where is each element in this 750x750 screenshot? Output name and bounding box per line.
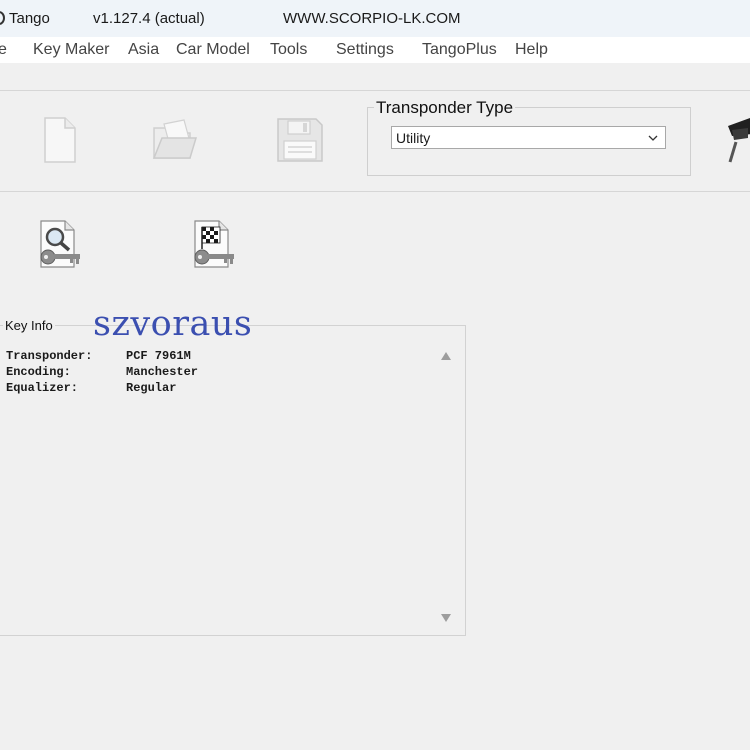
scroll-down-arrow-icon[interactable]	[441, 614, 451, 622]
app-version: v1.127.4 (actual)	[93, 10, 205, 27]
website-label: WWW.SCORPIO-LK.COM	[283, 10, 461, 27]
toolbar-bottom-divider	[0, 191, 750, 192]
menu-item-settings[interactable]: Settings	[336, 41, 394, 59]
key-info-label-encoding: Encoding:	[6, 365, 71, 379]
title-bar: Tango v1.127.4 (actual) WWW.SCORPIO-LK.C…	[0, 0, 750, 37]
open-folder-icon[interactable]	[150, 118, 198, 167]
key-info-label-transponder: Transponder:	[6, 349, 93, 363]
watermark-text: szvoraus	[93, 304, 253, 344]
app-icon	[0, 11, 5, 25]
key-info-value-equalizer: Regular	[126, 381, 177, 395]
key-info-label: Key Info	[3, 318, 55, 333]
app-name: Tango	[9, 10, 50, 27]
menu-bar: e Key Maker Asia Car Model Tools Setting…	[0, 37, 750, 63]
key-search-icon[interactable]	[38, 219, 86, 274]
scroll-up-arrow-icon[interactable]	[441, 352, 451, 360]
menu-item-key-maker[interactable]: Key Maker	[33, 41, 109, 59]
toolbar-top-divider	[0, 90, 750, 91]
key-info-label-equalizer: Equalizer:	[6, 381, 79, 395]
menu-item-tangoplus[interactable]: TangoPlus	[422, 41, 497, 59]
key-info-value-transponder: PCF 7961M	[126, 349, 191, 363]
save-floppy-icon[interactable]	[276, 117, 324, 168]
transponder-type-label: Transponder Type	[374, 98, 516, 118]
key-checkered-flag-icon[interactable]	[192, 219, 240, 274]
transponder-type-value: Utility	[396, 130, 431, 146]
new-file-icon[interactable]	[42, 116, 78, 169]
key-info-scrollbar[interactable]	[437, 346, 455, 630]
transponder-type-select[interactable]: Utility	[391, 126, 666, 149]
chevron-down-icon	[647, 131, 659, 147]
menu-item-asia[interactable]: Asia	[128, 41, 159, 59]
menu-item-car-model[interactable]: Car Model	[176, 41, 250, 59]
graduation-cap-icon[interactable]	[728, 112, 750, 171]
key-info-value-encoding: Manchester	[126, 365, 199, 379]
menu-item-tools[interactable]: Tools	[270, 41, 307, 59]
menu-item-file[interactable]: e	[0, 41, 7, 59]
menu-item-help[interactable]: Help	[515, 41, 548, 59]
